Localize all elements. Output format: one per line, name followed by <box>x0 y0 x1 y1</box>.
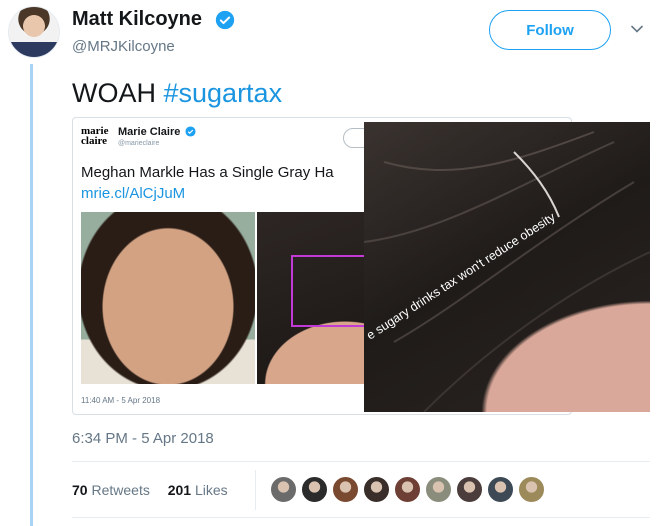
embedded-timestamp: 11:40 AM - 5 Apr 2018 <box>81 396 161 405</box>
verified-icon <box>215 10 235 30</box>
tweet-stats: 70 Retweets 201 Likes <box>72 482 228 498</box>
highlight-box <box>291 255 371 327</box>
liker-avatar[interactable] <box>301 476 328 503</box>
embedded-link: mrie.cl/AlCjJuM <box>81 185 186 202</box>
liker-avatar[interactable] <box>363 476 390 503</box>
thread-line <box>30 64 33 526</box>
stats-separator <box>255 470 256 510</box>
tweet-timestamp[interactable]: 6:34 PM - 5 Apr 2018 <box>72 430 214 447</box>
verified-icon <box>185 126 196 137</box>
chevron-down-icon[interactable] <box>630 22 644 36</box>
overlay-caption: e sugary drinks tax won't reduce obesity <box>364 209 558 342</box>
embedded-tweet-text: Meghan Markle Has a Single Gray Ha <box>81 164 334 181</box>
liker-avatar[interactable] <box>332 476 359 503</box>
liker-avatar[interactable] <box>518 476 545 503</box>
liker-avatar[interactable] <box>270 476 297 503</box>
liker-avatar[interactable] <box>456 476 483 503</box>
overlay-caption-text: e sugary drinks tax won't reduce obesity <box>364 209 558 342</box>
embedded-account-name: Marie Claire <box>118 126 181 138</box>
marie-claire-logo: marie claire <box>81 125 109 147</box>
liker-avatar[interactable] <box>425 476 452 503</box>
author-handle[interactable]: @MRJKilcoyne <box>72 38 175 55</box>
embedded-photo-portrait <box>81 212 255 384</box>
tweet-text-prefix: WOAH <box>72 78 164 108</box>
embedded-account-handle: @marieclaire <box>118 140 160 147</box>
like-count[interactable]: 201 <box>168 482 191 498</box>
author-name[interactable]: Matt Kilcoyne <box>72 8 202 31</box>
divider <box>72 461 650 462</box>
hashtag-link[interactable]: #sugartax <box>164 78 283 108</box>
like-label[interactable]: Likes <box>195 482 228 498</box>
divider <box>72 517 650 518</box>
retweet-count[interactable]: 70 <box>72 482 88 498</box>
avatar[interactable] <box>8 6 60 58</box>
tweet-text: WOAH #sugartax <box>72 78 282 109</box>
liker-avatar[interactable] <box>487 476 514 503</box>
retweet-label[interactable]: Retweets <box>91 482 149 498</box>
liker-avatar[interactable] <box>394 476 421 503</box>
follow-button[interactable]: Follow <box>489 10 611 50</box>
